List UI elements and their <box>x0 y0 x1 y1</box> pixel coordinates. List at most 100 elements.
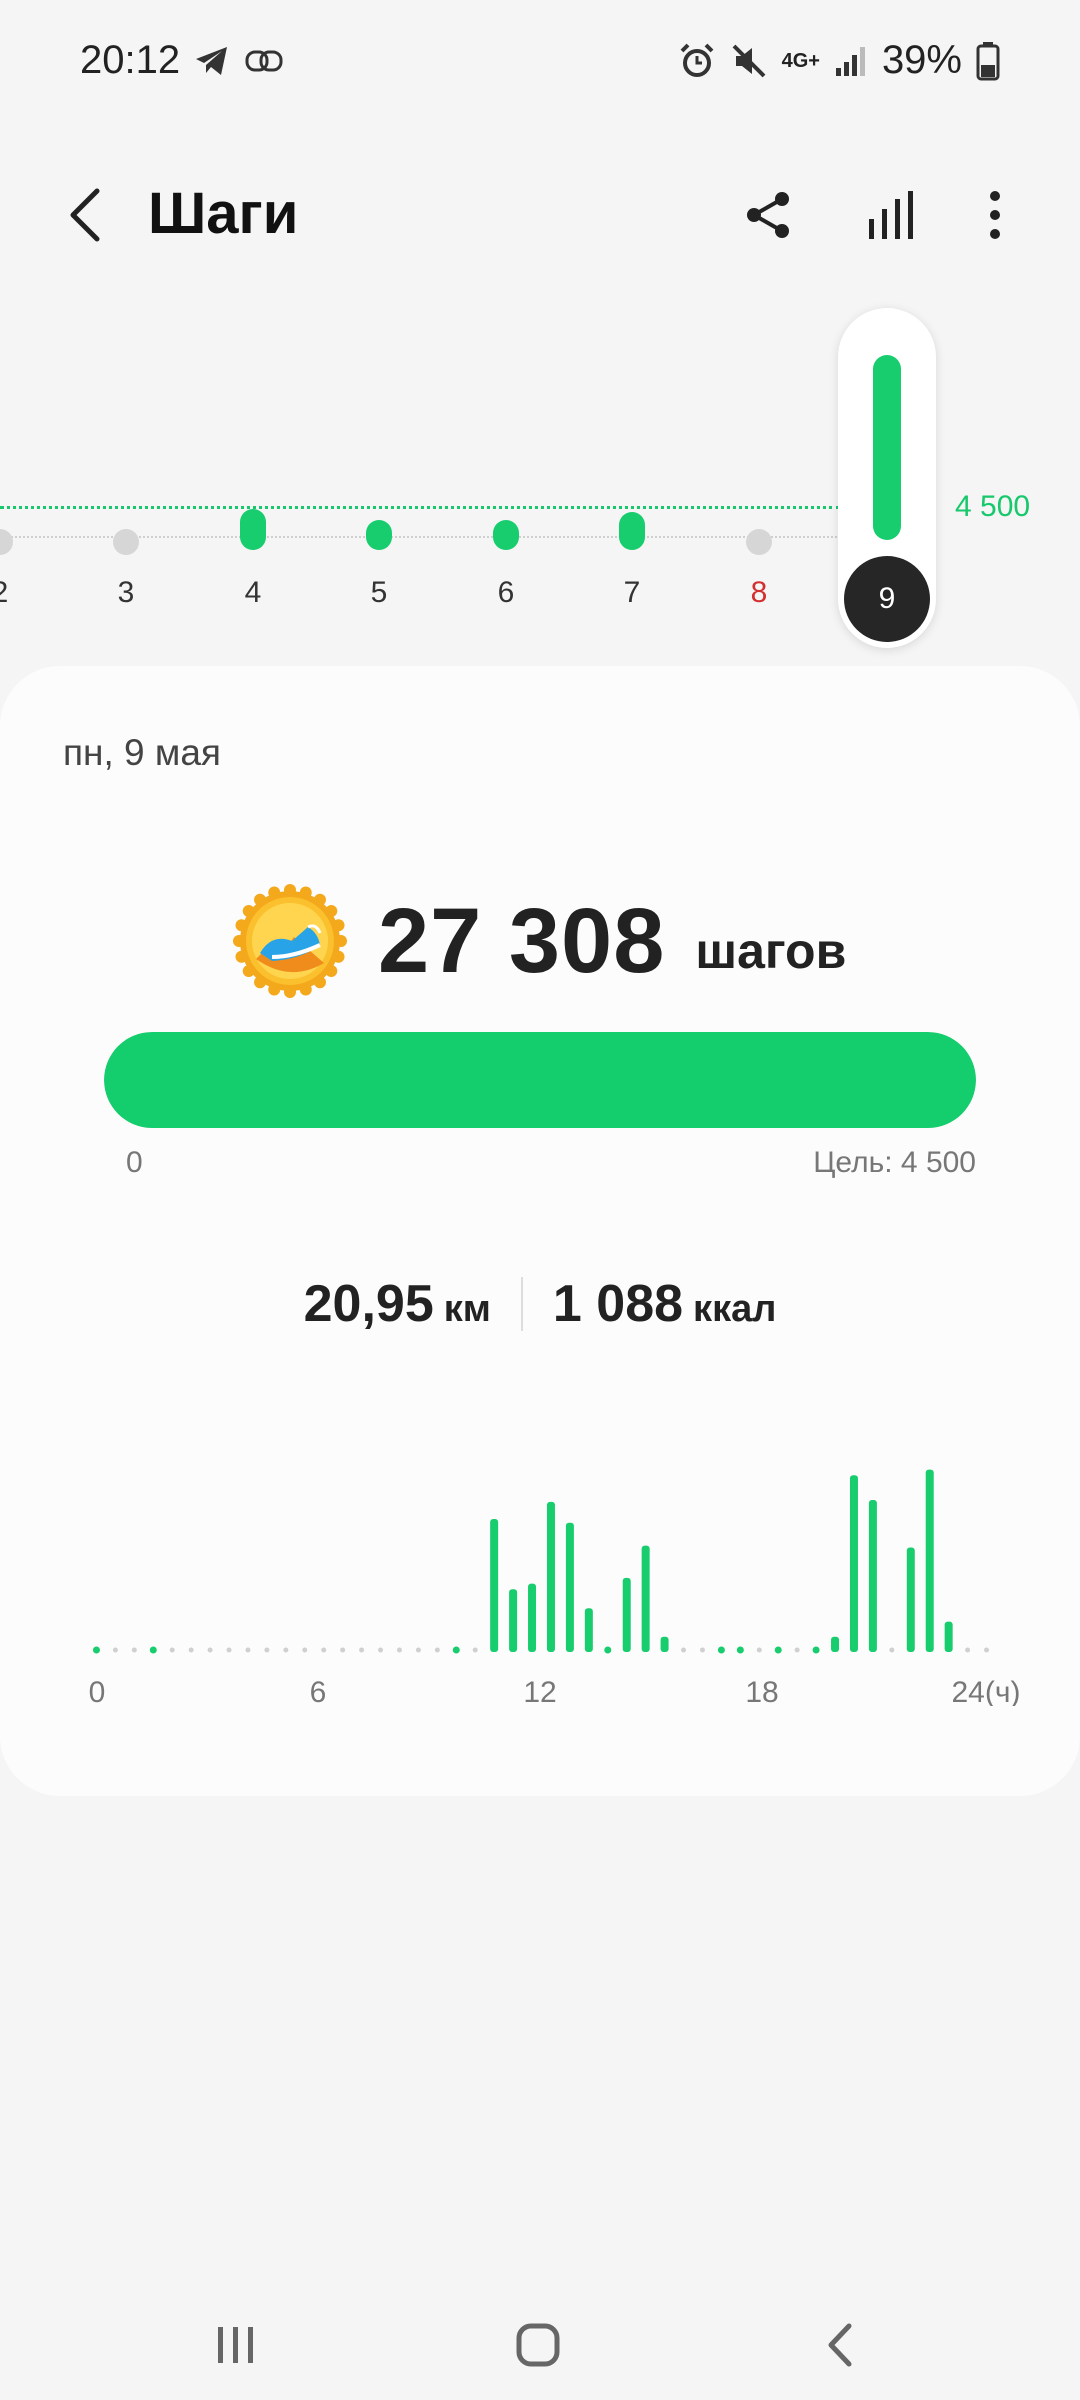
goal-medal-icon <box>233 884 347 998</box>
hourly-dot <box>321 1647 327 1653</box>
status-time: 20:12 <box>80 38 284 83</box>
x-tick-label: 6 <box>310 1676 327 1706</box>
status-bar: 20:12 4G+ 39% <box>0 0 1080 120</box>
hourly-bar <box>849 1475 858 1652</box>
day-bar[interactable] <box>366 520 392 550</box>
network-text: 4G+ <box>781 49 820 72</box>
hourly-bar <box>831 1636 840 1652</box>
hourly-bar <box>584 1608 593 1652</box>
hourly-dot <box>774 1646 782 1654</box>
hourly-bar <box>528 1583 537 1652</box>
hourly-dot <box>889 1647 895 1653</box>
recents-button[interactable] <box>196 2310 276 2380</box>
hourly-bar <box>906 1547 915 1652</box>
hourly-dot <box>699 1647 705 1653</box>
distance-unit: км <box>443 1288 491 1330</box>
hourly-bar <box>868 1500 877 1652</box>
battery-text: 39% <box>881 38 962 82</box>
hourly-dot <box>681 1647 687 1653</box>
hourly-bar <box>565 1522 574 1652</box>
back-button[interactable] <box>50 180 120 250</box>
mute-icon <box>732 44 765 77</box>
hourly-dot <box>717 1646 725 1654</box>
day-dot[interactable] <box>0 529 13 555</box>
telegram-icon <box>196 46 228 75</box>
day-label[interactable]: 4 <box>223 576 283 610</box>
hourly-dot <box>207 1647 213 1653</box>
back-nav-button[interactable] <box>800 2310 880 2380</box>
hourly-bar <box>490 1519 499 1652</box>
recents-icon <box>218 2327 253 2363</box>
day-label[interactable]: 5 <box>349 576 409 610</box>
hourly-dot <box>396 1647 402 1653</box>
back-nav-icon <box>828 2323 852 2367</box>
day-dot[interactable] <box>746 529 772 555</box>
hourly-bar <box>546 1501 555 1652</box>
hourly-dot <box>112 1647 118 1653</box>
hourly-dot <box>965 1647 971 1653</box>
hourly-dot <box>340 1647 346 1653</box>
hourly-dot <box>302 1647 308 1653</box>
goal-progress-fill <box>104 1032 976 1128</box>
day-bar[interactable] <box>493 520 519 550</box>
signal-icon <box>835 46 865 76</box>
day-label[interactable]: 3 <box>96 576 156 610</box>
home-button[interactable] <box>498 2310 578 2380</box>
hourly-dot <box>472 1647 478 1653</box>
hourly-dot <box>604 1646 612 1654</box>
hourly-dot <box>452 1646 460 1654</box>
x-tick-label: 24(ч) <box>952 1676 1021 1706</box>
x-tick-label: 0 <box>89 1676 106 1706</box>
day-bar[interactable] <box>240 508 266 550</box>
day-summary-card: пн, 9 мая 27 308 шагов 0 Цель: 4 500 20,… <box>0 666 1080 1796</box>
hourly-dot <box>378 1647 384 1653</box>
goal-label: 4 500 <box>955 490 1031 523</box>
day-dot[interactable] <box>113 529 139 555</box>
steps-unit: шагов <box>695 923 847 979</box>
calories-value: 1 088 <box>552 1275 684 1333</box>
hourly-steps-chart: 0 6 12 18 24(ч) <box>89 1469 1021 1706</box>
app-header: Шаги <box>0 150 1080 280</box>
more-icon <box>990 191 1000 239</box>
share-button[interactable] <box>733 180 803 250</box>
x-tick-label: 12 <box>523 1676 556 1706</box>
calories-unit: ккал <box>693 1288 777 1330</box>
link-icon <box>245 50 283 71</box>
hourly-dot <box>226 1647 232 1653</box>
day-bar[interactable] <box>619 512 645 550</box>
hourly-bar <box>509 1589 518 1652</box>
progress-min-label: 0 <box>126 1146 143 1179</box>
time-text: 20:12 <box>80 38 181 82</box>
steps-value: 27 308 <box>378 889 666 992</box>
x-tick-label: 18 <box>745 1676 778 1706</box>
hourly-dot <box>283 1647 289 1653</box>
day-label[interactable]: 6 <box>476 576 536 610</box>
hourly-dot <box>415 1647 421 1653</box>
page-title: Шаги <box>148 181 299 246</box>
trends-button[interactable] <box>855 180 925 250</box>
stats-divider <box>520 1277 523 1331</box>
hourly-dot <box>736 1646 744 1654</box>
day-label[interactable]: 8 <box>729 576 789 610</box>
selected-day-bar <box>873 355 901 540</box>
selected-day-label[interactable]: 9 <box>844 556 930 642</box>
hourly-dot <box>359 1647 365 1653</box>
alarm-icon <box>680 43 713 77</box>
stats-row: 20,95 км 1 088 ккал <box>0 1274 1080 1334</box>
hourly-bar <box>925 1469 934 1652</box>
hourly-dot <box>264 1647 270 1653</box>
battery-icon <box>976 41 1000 80</box>
hourly-dot <box>434 1647 440 1653</box>
day-label[interactable]: 7 <box>602 576 662 610</box>
hourly-dot <box>131 1647 137 1653</box>
progress-goal-label: Цель: 4 500 <box>813 1146 976 1179</box>
hourly-dot <box>245 1647 251 1653</box>
date-label: пн, 9 мая <box>63 732 221 773</box>
hourly-bar <box>944 1621 953 1652</box>
goal-line <box>0 506 840 509</box>
hourly-bar <box>622 1577 631 1652</box>
chart-icon <box>869 191 913 239</box>
more-options-button[interactable] <box>960 180 1030 250</box>
distance-value: 20,95 <box>303 1275 434 1333</box>
day-label[interactable]: 2 <box>0 576 30 610</box>
